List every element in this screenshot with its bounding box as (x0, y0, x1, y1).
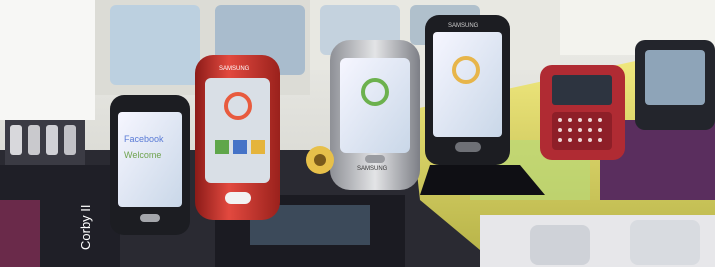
small-phone-4 (64, 125, 76, 155)
phone-icon: SAMSUNG (195, 55, 280, 220)
phone-1-screen-text-1: Facebook (124, 134, 164, 144)
phone-1-button (140, 214, 160, 222)
box-top-left (0, 0, 95, 120)
phone-icon (540, 65, 625, 160)
box-bottom-right-phone-2 (630, 220, 700, 265)
phone-2-app-2 (233, 140, 247, 154)
box-phone-screen-1 (110, 5, 200, 85)
small-phone-2 (28, 125, 40, 155)
phone-2-app-1 (215, 140, 229, 154)
phone-6-screen (645, 50, 705, 105)
small-phone-3 (46, 125, 58, 155)
phone-4-button (455, 142, 481, 152)
phone-4-screen (433, 32, 502, 137)
phone-icon: SAMSUNG (330, 40, 420, 190)
small-phone-1 (10, 125, 22, 155)
phone-3-button (365, 155, 385, 163)
phone-5-keyboard (552, 112, 612, 150)
phone-2-brand: SAMSUNG (219, 66, 250, 72)
photo-illustration: Corby II Facebook Welcome SAMSUNG SAMSUN… (0, 0, 715, 267)
box-corby-label: Corby II (78, 204, 93, 250)
phone-2-button (225, 192, 251, 204)
box-corby-accent (0, 200, 40, 267)
phone-1-screen-text-2: Welcome (124, 150, 161, 160)
box-bottom-right-phone-1 (530, 225, 590, 265)
phone-3-brand: SAMSUNG (357, 166, 388, 172)
phones-display-photo: Corby II Facebook Welcome SAMSUNG SAMSUN… (0, 0, 715, 267)
phone-4-brand: SAMSUNG (448, 23, 479, 29)
box-sticker-center (314, 154, 326, 166)
phone-icon: Facebook Welcome (110, 95, 190, 235)
phone-5-screen (552, 75, 612, 105)
phone-icon (635, 40, 715, 130)
phone-2-app-3 (251, 140, 265, 154)
